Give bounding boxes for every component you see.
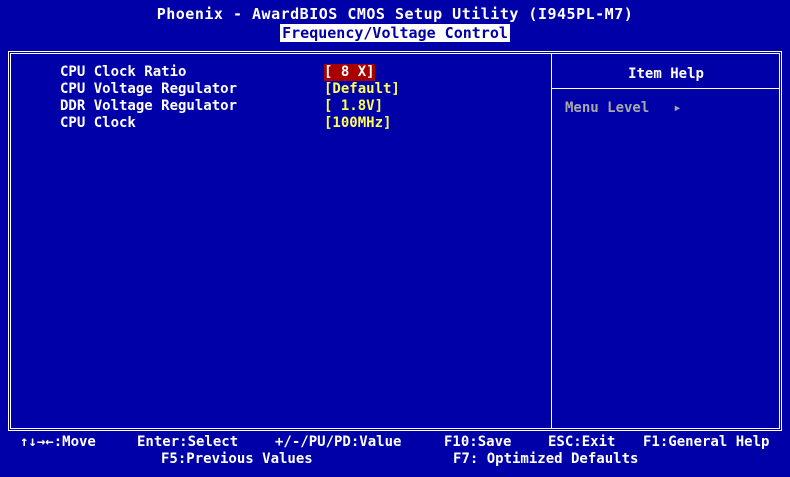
panel-divider <box>551 54 552 428</box>
setting-cpu-clock-ratio[interactable]: CPU Clock Ratio [ 8 X] <box>60 64 400 81</box>
key-save: F10:Save <box>444 434 512 450</box>
menu-level: Menu Level ▸ <box>565 100 682 116</box>
key-exit: ESC:Exit <box>548 434 616 450</box>
setting-label: CPU Voltage Regulator <box>60 81 238 97</box>
setting-value[interactable]: [ 1.8V] <box>324 98 383 115</box>
key-optimized-defaults: F7: Optimized Defaults <box>453 451 639 467</box>
page-title: Frequency/Voltage Control <box>0 24 790 42</box>
setting-value[interactable]: [ 8 X] <box>324 64 375 81</box>
key-enter: Enter:Select <box>137 434 239 450</box>
setting-cpu-clock[interactable]: CPU Clock [100MHz] <box>60 115 400 132</box>
key-legend: ↑↓→←:Move Enter:Select +/-/PU/PD:Value F… <box>0 434 790 474</box>
page-title-text: Frequency/Voltage Control <box>280 24 510 42</box>
help-separator <box>552 88 780 89</box>
key-value: +/-/PU/PD:Value <box>275 434 402 450</box>
key-previous-values: F5:Previous Values <box>161 451 313 467</box>
setting-cpu-voltage-regulator[interactable]: CPU Voltage Regulator [Default] <box>60 81 400 98</box>
setting-label: DDR Voltage Regulator <box>60 98 238 114</box>
key-help: F1:General Help <box>643 434 770 450</box>
setting-ddr-voltage-regulator[interactable]: DDR Voltage Regulator [ 1.8V] <box>60 98 400 115</box>
setting-value[interactable]: [100MHz] <box>324 115 391 132</box>
setting-label: CPU Clock <box>60 115 136 131</box>
main-frame: CPU Clock Ratio [ 8 X] CPU Voltage Regul… <box>8 51 782 431</box>
settings-list: CPU Clock Ratio [ 8 X] CPU Voltage Regul… <box>60 64 400 132</box>
key-move: ↑↓→←:Move <box>20 434 96 450</box>
menu-level-arrow-icon: ▸ <box>673 100 682 116</box>
utility-title: Phoenix - AwardBIOS CMOS Setup Utility (… <box>156 5 634 23</box>
item-help-title: Item Help <box>628 66 704 82</box>
menu-level-label: Menu Level <box>565 100 650 116</box>
setting-label: CPU Clock Ratio <box>60 64 187 80</box>
setting-value[interactable]: [Default] <box>324 81 400 98</box>
